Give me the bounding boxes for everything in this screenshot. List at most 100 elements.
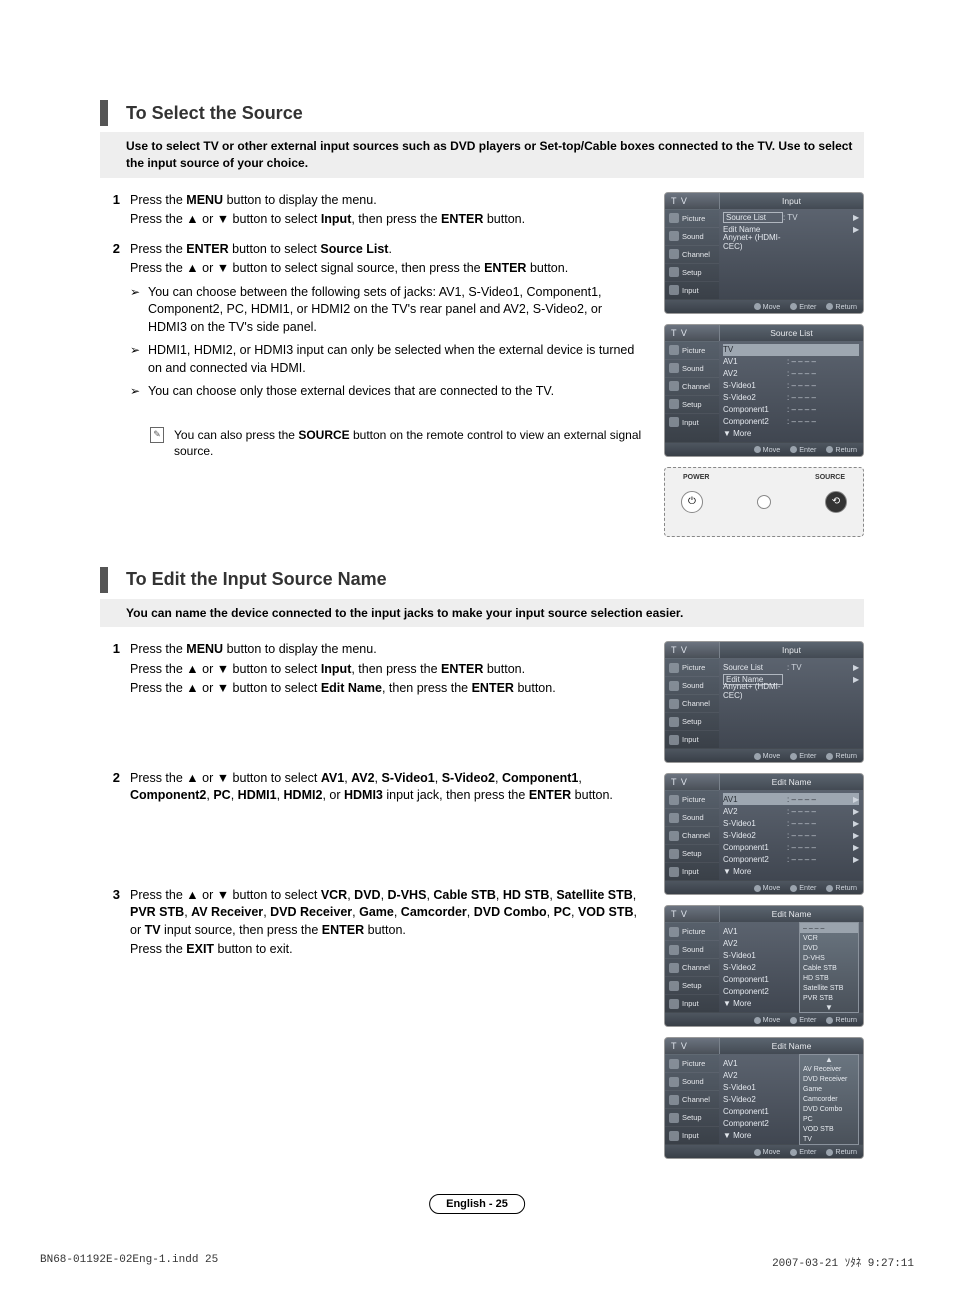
- dropdown-arrow-down-icon[interactable]: ▼: [800, 1003, 858, 1012]
- osd-sidebar-item[interactable]: Channel: [665, 826, 719, 844]
- osd-sidebar-item[interactable]: Setup: [665, 844, 719, 862]
- dropdown-item[interactable]: VOD STB: [800, 1124, 858, 1134]
- note-icon: ✎: [150, 427, 164, 443]
- osd-footer-move[interactable]: Move: [754, 445, 781, 454]
- dropdown-item[interactable]: HD STB: [800, 973, 858, 983]
- osd-footer-move[interactable]: Move: [754, 751, 781, 760]
- remote-power-button[interactable]: ⏻: [681, 491, 703, 513]
- osd-footer-return[interactable]: Return: [826, 883, 857, 892]
- osd-sidebar-item[interactable]: Channel: [665, 245, 719, 263]
- osd-main-row[interactable]: Anynet+ (HDMI-CEC): [723, 685, 859, 697]
- osd-footer-enter[interactable]: Enter: [790, 1147, 816, 1156]
- osd-main-row[interactable]: S-Video2: – – – –▶: [723, 829, 859, 841]
- osd-sidebar-item[interactable]: Input: [665, 994, 719, 1012]
- osd-footer-return[interactable]: Return: [826, 1015, 857, 1024]
- dropdown-item[interactable]: VCR: [800, 933, 858, 943]
- dropdown-item[interactable]: AV Receiver: [800, 1064, 858, 1074]
- dropdown-arrow-up-icon[interactable]: ▲: [800, 1055, 858, 1064]
- osd-main-row[interactable]: ▼ More: [723, 428, 859, 440]
- osd-row-label: ▼ More: [723, 867, 787, 876]
- dropdown-item-selected[interactable]: – – – –: [800, 923, 858, 933]
- osd-footer-enter[interactable]: Enter: [790, 302, 816, 311]
- osd-main-row[interactable]: Source List: TV▶: [723, 212, 859, 224]
- dropdown-item[interactable]: PVR STB: [800, 993, 858, 1003]
- osd-footer-return[interactable]: Return: [826, 1147, 857, 1156]
- osd-sidebar-item[interactable]: Channel: [665, 694, 719, 712]
- osd-main-row[interactable]: AV1: – – – –: [723, 356, 859, 368]
- osd-main-row[interactable]: Component2: – – – –: [723, 416, 859, 428]
- osd-sidebar-item[interactable]: Picture: [665, 658, 719, 676]
- osd-main: AV1: – – – –▶AV2: – – – –▶S-Video1: – – …: [719, 790, 863, 880]
- osd-main-row[interactable]: Component1: – – – –: [723, 404, 859, 416]
- dropdown-item[interactable]: DVD Combo: [800, 1104, 858, 1114]
- osd: T VInputPictureSoundChannelSetupInputSou…: [664, 641, 864, 763]
- dropdown-item[interactable]: Game: [800, 1084, 858, 1094]
- dropdown-item[interactable]: Camcorder: [800, 1094, 858, 1104]
- osd-footer-move[interactable]: Move: [754, 1147, 781, 1156]
- dropdown-item[interactable]: Cable STB: [800, 963, 858, 973]
- osd-sidebar-item[interactable]: Sound: [665, 359, 719, 377]
- osd-footer-enter[interactable]: Enter: [790, 751, 816, 760]
- osd-sidebar-item[interactable]: Channel: [665, 958, 719, 976]
- osd-main-row[interactable]: Component2: – – – –▶: [723, 853, 859, 865]
- osd-sidebar-item[interactable]: Input: [665, 730, 719, 748]
- osd-sidebar-item[interactable]: Picture: [665, 790, 719, 808]
- osd-sidebar-item[interactable]: Input: [665, 1126, 719, 1144]
- osd-sidebar-item[interactable]: Picture: [665, 922, 719, 940]
- osd-sidebar-item[interactable]: Channel: [665, 1090, 719, 1108]
- osd-sidebar-item[interactable]: Setup: [665, 1108, 719, 1126]
- dropdown-item[interactable]: Satellite STB: [800, 983, 858, 993]
- osd-sidebar-item[interactable]: Picture: [665, 341, 719, 359]
- osd-footer-enter[interactable]: Enter: [790, 1015, 816, 1024]
- dropdown-item[interactable]: DVD Receiver: [800, 1074, 858, 1084]
- osd-main-row[interactable]: Anynet+ (HDMI-CEC): [723, 236, 859, 248]
- osd-sidebar-label: Setup: [682, 268, 702, 277]
- remote-small-button[interactable]: [757, 495, 771, 509]
- osd-main-row[interactable]: AV1: – – – –▶: [723, 793, 859, 805]
- osd-sidebar-item[interactable]: Input: [665, 281, 719, 299]
- osd-main-row[interactable]: AV2: – – – –: [723, 368, 859, 380]
- osd-main-row[interactable]: S-Video1: – – – –: [723, 380, 859, 392]
- osd-sidebar-item[interactable]: Sound: [665, 227, 719, 245]
- osd-footer-enter[interactable]: Enter: [790, 445, 816, 454]
- osd-sidebar-item[interactable]: Picture: [665, 1054, 719, 1072]
- osd-footer-return[interactable]: Return: [826, 302, 857, 311]
- osd-footer-return[interactable]: Return: [826, 445, 857, 454]
- osd-footer: Move Enter Return: [665, 880, 863, 894]
- osd-footer-move[interactable]: Move: [754, 883, 781, 892]
- section2-intro: You can name the device connected to the…: [100, 599, 864, 628]
- osd-footer-enter[interactable]: Enter: [790, 883, 816, 892]
- osd-main-row[interactable]: AV2: – – – –▶: [723, 805, 859, 817]
- osd-sidebar-item[interactable]: Sound: [665, 676, 719, 694]
- osd-footer-return[interactable]: Return: [826, 751, 857, 760]
- osd-sidebar-item[interactable]: Picture: [665, 209, 719, 227]
- osd-main-row[interactable]: S-Video1: – – – –▶: [723, 817, 859, 829]
- osd-sidebar-item[interactable]: Channel: [665, 377, 719, 395]
- osd-sidebar-item[interactable]: Sound: [665, 1072, 719, 1090]
- osd-sidebar-item[interactable]: Sound: [665, 940, 719, 958]
- osd-row-label: Anynet+ (HDMI-CEC): [723, 682, 787, 700]
- osd-sidebar-item[interactable]: Setup: [665, 976, 719, 994]
- remote-source-button[interactable]: ⟲: [825, 491, 847, 513]
- osd-sidebar-item[interactable]: Sound: [665, 808, 719, 826]
- osd-sidebar-item[interactable]: Setup: [665, 263, 719, 281]
- osd-sidebar-icon: [669, 681, 679, 691]
- osd-sidebar-item[interactable]: Input: [665, 862, 719, 880]
- osd-main-row[interactable]: ▼ More: [723, 865, 859, 877]
- osd-row-value: : – – – –: [787, 831, 853, 840]
- osd-sidebar-item[interactable]: Input: [665, 413, 719, 431]
- osd-main-row[interactable]: TV: [723, 344, 859, 356]
- osd-main-row[interactable]: Component1: – – – –▶: [723, 841, 859, 853]
- osd-dropdown[interactable]: – – – –VCRDVDD-VHSCable STBHD STBSatelli…: [799, 922, 859, 1013]
- osd-sidebar-item[interactable]: Setup: [665, 712, 719, 730]
- osd-footer-move[interactable]: Move: [754, 302, 781, 311]
- osd-dropdown[interactable]: ▲AV ReceiverDVD ReceiverGameCamcorderDVD…: [799, 1054, 859, 1145]
- dropdown-item[interactable]: D-VHS: [800, 953, 858, 963]
- osd-main-row[interactable]: Source List: TV▶: [723, 661, 859, 673]
- dropdown-item[interactable]: PC: [800, 1114, 858, 1124]
- osd-main-row[interactable]: S-Video2: – – – –: [723, 392, 859, 404]
- osd-sidebar-item[interactable]: Setup: [665, 395, 719, 413]
- osd-footer-move[interactable]: Move: [754, 1015, 781, 1024]
- dropdown-item[interactable]: DVD: [800, 943, 858, 953]
- dropdown-item[interactable]: TV: [800, 1134, 858, 1144]
